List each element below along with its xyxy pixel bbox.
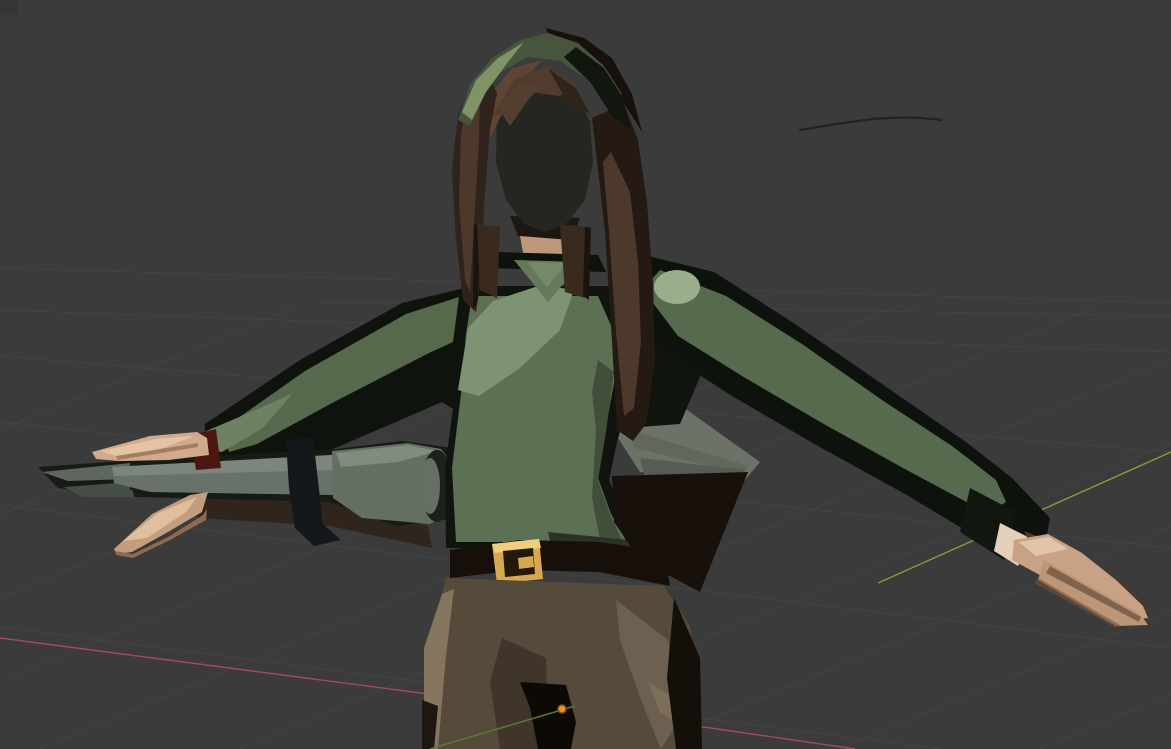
corner-patch <box>0 0 17 15</box>
right-shoulder-highlight[interactable] <box>654 270 700 304</box>
origin-dot[interactable] <box>558 705 566 713</box>
hair-strand-left[interactable] <box>477 224 500 298</box>
object-origin-dot[interactable] <box>558 705 566 713</box>
3d-viewport[interactable] <box>0 0 1171 749</box>
viewport-canvas[interactable] <box>0 0 1171 749</box>
belt-buckle-tab <box>518 556 534 569</box>
rifle-butt-inner <box>420 458 440 514</box>
